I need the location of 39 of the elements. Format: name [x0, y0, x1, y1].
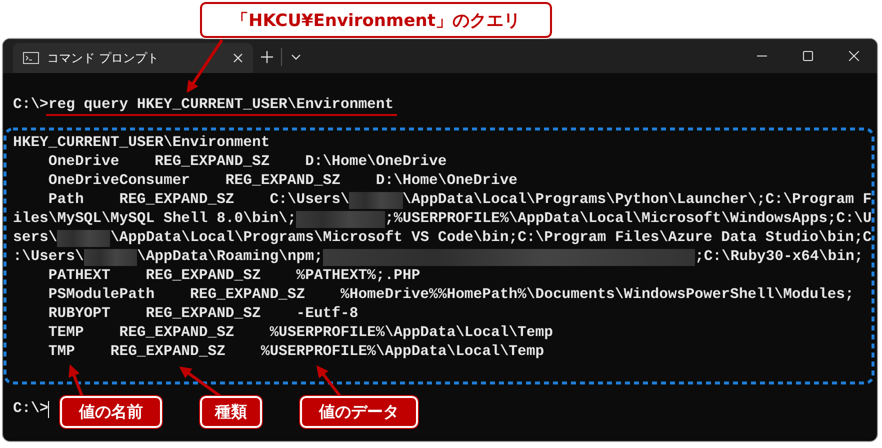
- output-text: \AppData\Local\Programs\Python\Launcher\;C:\Program F: [402, 191, 872, 210]
- output-text: TEMP REG_EXPAND_SZ %USERPROFILE%\AppData\Local\Temp: [47, 324, 553, 343]
- output-text: Path REG_EXPAND_SZ C:\Users\: [47, 191, 350, 210]
- maximize-icon: [803, 51, 813, 61]
- callout-arrow: [186, 39, 224, 93]
- command-line: C:\>reg query HKEY_CURRENT_USER\Environment: [13, 96, 394, 115]
- output-text: \AppData\Local\Programs\Microsoft VS Code\bin;C:\Program Files\Azure Data Studio\bin;C: [110, 229, 872, 248]
- callout-label: 値の名前: [60, 396, 162, 428]
- output-text: :\Users\: [13, 248, 84, 267]
- output-text: OneDrive REG_EXPAND_SZ D:\Home\OneDrive: [47, 153, 447, 172]
- output-text: sers\: [13, 229, 58, 248]
- callout-arrow: [316, 365, 342, 397]
- redacted-block: [57, 230, 110, 247]
- callout-arrow: [68, 364, 84, 397]
- plus-icon: [261, 51, 273, 63]
- output-text: OneDriveConsumer REG_EXPAND_SZ D:\Home\OneDrive: [47, 172, 518, 191]
- output-text: ;%USERPROFILE%\AppData\Local\Microsoft\WindowsApps;C:\U: [384, 210, 872, 229]
- output-text: ;C:\Ruby30-x64\bin;: [694, 248, 864, 267]
- output-text: PSModulePath REG_EXPAND_SZ %HomeDrive%%HomePath%\Documents\WindowsPowerShell\Modules;: [47, 286, 854, 305]
- chevron-down-icon: [291, 54, 301, 60]
- output-text: PATHEXT REG_EXPAND_SZ %PATHEXT%;.PHP: [47, 267, 420, 286]
- close-icon[interactable]: [233, 53, 243, 63]
- callout-arrow: [179, 366, 221, 398]
- output-text: HKEY_CURRENT_USER\Environment: [13, 134, 270, 153]
- redacted-block: [84, 249, 137, 266]
- close-icon: [849, 51, 859, 61]
- output-text: iles\MySQL\MySQL Shell 8.0\bin\;: [13, 210, 296, 229]
- output-text: \AppData\Roaming\npm;: [136, 248, 323, 267]
- prompt-text: C:\>: [13, 400, 48, 419]
- callout-label: 値のデータ: [300, 396, 418, 428]
- callout-label: 「HKCU¥Environment」のクエリ: [200, 2, 552, 38]
- output-text: TMP REG_EXPAND_SZ %USERPROFILE%\AppData\Local\Temp: [47, 343, 544, 362]
- minimize-icon: [757, 55, 767, 57]
- redacted-block: [349, 192, 403, 209]
- terminal-icon: [23, 52, 39, 64]
- text-cursor: [48, 401, 50, 418]
- terminal-tab[interactable]: コマンド プロンプト: [13, 43, 253, 73]
- callout-label: 種類: [200, 396, 262, 428]
- output-text: RUBYOPT REG_EXPAND_SZ -Eutf-8: [47, 305, 358, 324]
